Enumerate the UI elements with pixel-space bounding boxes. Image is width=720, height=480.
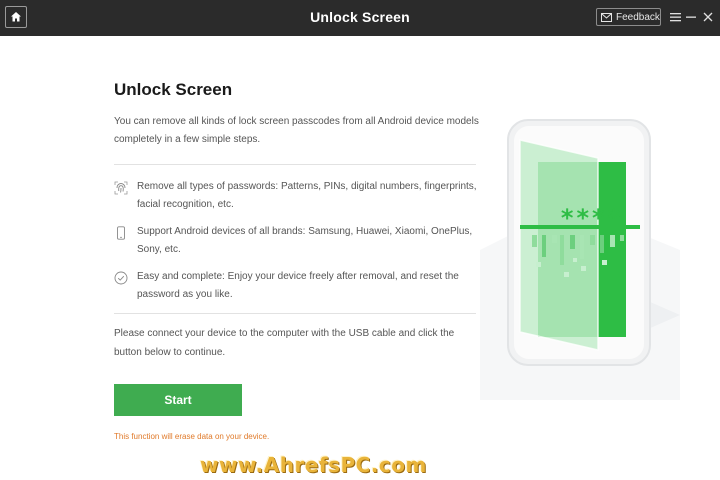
close-icon <box>703 12 713 22</box>
start-button[interactable]: Start <box>114 384 242 416</box>
divider <box>114 164 476 165</box>
mail-icon <box>601 12 612 22</box>
hamburger-icon <box>669 13 681 22</box>
main-panel: Unlock Screen You can remove all kinds o… <box>114 80 479 441</box>
feature-list: Remove all types of passwords: Patterns,… <box>114 178 479 304</box>
feature-item-passwords: Remove all types of passwords: Patterns,… <box>114 178 479 214</box>
feature-item-brands: Support Android devices of all brands: S… <box>114 223 479 259</box>
minimize-button[interactable] <box>683 9 699 25</box>
feature-text: Support Android devices of all brands: S… <box>137 226 473 255</box>
phone-icon <box>117 226 125 240</box>
check-circle-icon <box>114 271 128 285</box>
minimize-icon <box>686 16 696 18</box>
feedback-label: Feedback <box>616 11 660 23</box>
divider <box>114 313 476 314</box>
page-description: You can remove all kinds of lock screen … <box>114 116 479 145</box>
erase-warning: This function will erase data on your de… <box>114 432 270 441</box>
title-bar: Unlock Screen Feedback <box>0 0 720 36</box>
fingerprint-icon <box>114 181 128 195</box>
phone-unlock-illustration: **** <box>480 100 680 400</box>
watermark: www.AhrefsPC.com <box>200 453 427 477</box>
page-title: Unlock Screen <box>114 80 233 99</box>
feature-text: Easy and complete: Enjoy your device fre… <box>137 271 459 300</box>
menu-button[interactable] <box>667 9 683 25</box>
feature-item-easy: Easy and complete: Enjoy your device fre… <box>114 268 479 304</box>
feature-text: Remove all types of passwords: Patterns,… <box>137 181 477 210</box>
close-button[interactable] <box>700 9 716 25</box>
feedback-button[interactable]: Feedback <box>596 8 661 26</box>
connect-instructions: Please connect your device to the comput… <box>114 328 455 358</box>
